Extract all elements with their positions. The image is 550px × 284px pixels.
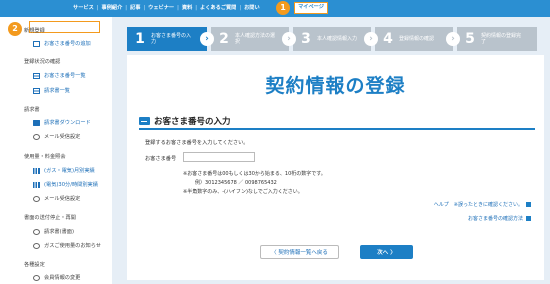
- page-title: 契約情報の登録: [265, 75, 406, 97]
- top-nav-links: サービス | 事例紹介 | 記事 | ウェビナー | 資料 | よくあるご質問 …: [73, 4, 260, 12]
- step-4: 4 登録情報の確認 ›: [375, 27, 460, 51]
- chevron-right-icon: ›: [282, 32, 296, 46]
- sidebar-item-label: 請求書ダウンロード: [44, 120, 91, 126]
- sidebar-item-30min-usage[interactable]: (電気)30分/時間別実績: [33, 181, 98, 188]
- external-link-icon: [526, 216, 531, 221]
- note-format: ※お客さま番号は00もしくは30から始まる、10桁の数字です。: [183, 171, 326, 177]
- sidebar-item-label: (電気)30分/時間別実績: [44, 182, 98, 188]
- check-number-link[interactable]: お客さま番号の確認方法: [468, 215, 531, 222]
- customer-number-label: お客さま番号: [145, 156, 177, 162]
- sidebar-item-label: 会員情報の変更: [44, 275, 81, 281]
- sidebar-section-invoice: 請求書: [24, 107, 40, 113]
- nav-contact[interactable]: お問い: [244, 4, 260, 11]
- sidebar-item-label: メール受信設定: [44, 196, 81, 202]
- gear-icon: [33, 133, 40, 140]
- sidebar-section-usage: 使用量・料金照会: [24, 154, 66, 160]
- gear-icon: [33, 195, 40, 202]
- gear-icon: [33, 274, 40, 281]
- top-navigation-bar: サービス | 事例紹介 | 記事 | ウェビナー | 資料 | よくあるご質問 …: [0, 0, 550, 17]
- step-3: 3 本人確認情報入力 ›: [293, 27, 378, 51]
- step-5: 5 契約情報の登録完了: [457, 27, 537, 51]
- card-icon: [139, 117, 150, 125]
- list-icon: [33, 87, 40, 94]
- sidebar-item-label: (ガス・電気)月別実績: [44, 168, 95, 174]
- nav-webinar[interactable]: ウェビナー: [148, 4, 174, 11]
- sidebar-section-settings: 各種設定: [24, 262, 45, 268]
- sidebar-section-new: 新規登録: [24, 28, 45, 34]
- nav-faq[interactable]: よくあるご質問: [200, 4, 236, 11]
- nav-service[interactable]: サービス: [73, 4, 94, 11]
- nav-case-studies[interactable]: 事例紹介: [102, 4, 123, 11]
- chevron-right-icon: ›: [200, 32, 214, 46]
- nav-documents[interactable]: 資料: [182, 4, 192, 11]
- sidebar-item-add-customer-number[interactable]: お客さま番号の追加: [33, 40, 91, 47]
- sidebar-item-customer-number-list[interactable]: お客さま番号一覧: [33, 72, 86, 79]
- section-heading: お客さま番号の入力: [139, 115, 231, 127]
- intro-text: 登録するお客さま番号を入力してください。: [145, 140, 249, 146]
- list-icon: [33, 72, 40, 79]
- customer-number-input[interactable]: [183, 152, 255, 162]
- sidebar-item-label: メール受信設定: [44, 134, 81, 140]
- sidebar-section-paper: 書面の送付停止・再開: [24, 215, 76, 221]
- main-card: 契約情報の登録 お客さま番号の入力 登録するお客さま番号を入力してください。 お…: [127, 55, 544, 280]
- step-1: 1 お客さま番号の入力 ›: [127, 27, 214, 51]
- sidebar-item-monthly-usage[interactable]: (ガス・電気)月別実績: [33, 167, 95, 174]
- sidebar-item-paper-invoice[interactable]: 請求書(書面): [33, 228, 74, 235]
- sidebar-item-label: 請求書(書面): [44, 229, 74, 235]
- sidebar-item-gas-usage-notice[interactable]: ガスご使用量のお知らせ: [33, 242, 101, 249]
- back-to-contract-list-button[interactable]: 〈 契約情報一覧へ戻る: [260, 245, 339, 259]
- chevron-right-icon: ›: [364, 32, 378, 46]
- add-doc-icon: [33, 40, 40, 47]
- external-link-icon: [526, 202, 531, 207]
- callout-badge-1: 1: [276, 1, 290, 15]
- chevron-right-icon: ›: [446, 32, 460, 46]
- sidebar-item-member-info[interactable]: 会員情報の変更: [33, 274, 80, 281]
- document-icon: [33, 119, 40, 126]
- bar-chart-icon: [33, 181, 40, 188]
- sidebar-item-label: ガスご使用量のお知らせ: [44, 243, 101, 249]
- sidebar-item-mail-settings[interactable]: メール受信設定: [33, 133, 80, 140]
- gear-icon: [33, 242, 40, 249]
- step-2: 2 本人確認方法の選択 ›: [211, 27, 296, 51]
- gear-icon: [33, 228, 40, 235]
- bar-chart-icon: [33, 167, 40, 174]
- help-link[interactable]: ヘルプ ※誤ったときに確認ください。: [434, 201, 531, 208]
- callout-badge-2: 2: [8, 22, 22, 36]
- note-halfwidth: ※半角数字のみ、-(ハイフン)なしでご入力ください。: [183, 189, 303, 195]
- sidebar-item-invoice-list[interactable]: 請求書一覧: [33, 87, 70, 94]
- sidebar-item-label: お客さま番号の追加: [44, 41, 91, 47]
- section-divider: [139, 128, 535, 130]
- sidebar-item-usage-mail-settings[interactable]: メール受信設定: [33, 195, 80, 202]
- sidebar-section-status: 登録状況の確認: [24, 59, 61, 65]
- sidebar-item-invoice-download[interactable]: 請求書ダウンロード: [33, 119, 91, 126]
- next-button[interactable]: 次へ 〉: [360, 245, 413, 259]
- sidebar-item-label: お客さま番号一覧: [44, 73, 86, 79]
- sidebar-item-label: 請求書一覧: [44, 88, 70, 94]
- mypage-link[interactable]: マイページ: [294, 2, 328, 14]
- step-indicator: 1 お客さま番号の入力 › 2 本人確認方法の選択 › 3 本人確認情報入力 ›…: [127, 27, 537, 51]
- note-example: 例）3012345678 ／ 0098765432: [195, 180, 277, 186]
- nav-articles[interactable]: 記事: [130, 4, 140, 11]
